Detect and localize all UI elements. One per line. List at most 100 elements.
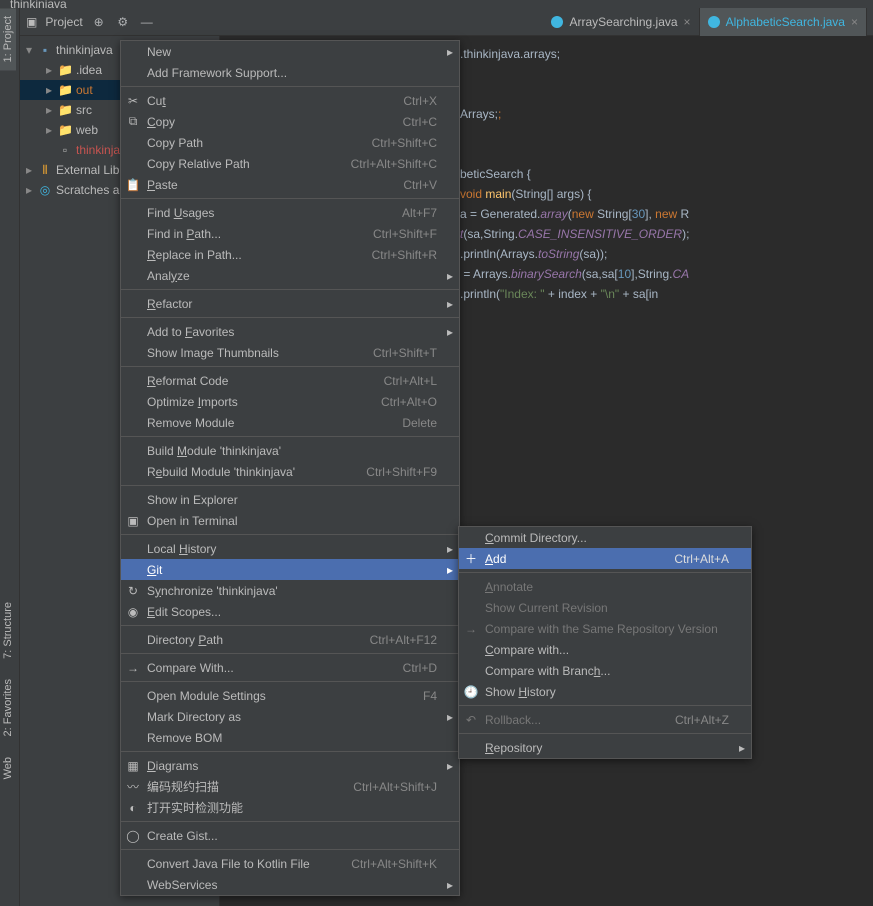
menu-item-label: 编码规约扫描 <box>147 778 341 795</box>
git-submenu-item[interactable]: Compare with Branch... <box>459 660 751 681</box>
tool-tab-project[interactable]: 1: Project <box>0 8 16 70</box>
git-submenu-item[interactable]: ＋AddCtrl+Alt+A <box>459 548 751 569</box>
menu-item-label: Add to Favorites <box>147 325 437 339</box>
context-menu-item[interactable]: Find in Path...Ctrl+Shift+F <box>121 223 459 244</box>
context-menu-item[interactable]: Build Module 'thinkinjava' <box>121 440 459 461</box>
context-menu-item[interactable]: Find UsagesAlt+F7 <box>121 202 459 223</box>
context-menu-item[interactable]: ◐打开实时检测功能 <box>121 797 459 818</box>
separator <box>121 485 459 486</box>
folder-icon: 📁 <box>58 123 72 137</box>
context-menu-item[interactable]: Remove ModuleDelete <box>121 412 459 433</box>
git-submenu-item: →Compare with the Same Repository Versio… <box>459 618 751 639</box>
menu-item-shortcut: Ctrl+Alt+L <box>384 374 437 388</box>
tree-label: out <box>76 83 93 97</box>
context-menu-item[interactable]: Local History▸ <box>121 538 459 559</box>
java-file-icon <box>551 16 563 28</box>
chevron-right-icon[interactable]: ▸ <box>24 183 34 197</box>
context-menu-item[interactable]: ◯Create Gist... <box>121 825 459 846</box>
tab-alphabetic-search[interactable]: AlphabeticSearch.java × <box>700 8 867 36</box>
chevron-right-icon: ▸ <box>447 325 453 339</box>
context-menu-item[interactable]: Show in Explorer <box>121 489 459 510</box>
context-menu-item[interactable]: ◉Edit Scopes... <box>121 601 459 622</box>
tool-tab-web[interactable]: Web <box>0 749 16 787</box>
tool-tab-favorites[interactable]: 2: Favorites <box>0 671 16 744</box>
git-submenu-item[interactable]: Repository▸ <box>459 737 751 758</box>
chevron-right-icon: ▸ <box>447 759 453 773</box>
context-menu-item[interactable]: Remove BOM <box>121 727 459 748</box>
menu-item-label: Show in Explorer <box>147 493 437 507</box>
context-menu-item[interactable]: Mark Directory as▸ <box>121 706 459 727</box>
separator <box>121 86 459 87</box>
close-icon[interactable]: × <box>684 15 691 29</box>
context-menu-item[interactable]: WebServices▸ <box>121 874 459 895</box>
menu-item-label: Analyze <box>147 269 437 283</box>
context-menu-item[interactable]: ✂CutCtrl+X <box>121 90 459 111</box>
chevron-right-icon[interactable]: ▸ <box>44 83 54 97</box>
menu-item-label: Compare with... <box>485 643 729 657</box>
tool-tab-structure[interactable]: 7: Structure <box>0 594 16 667</box>
menu-item-icon: 📋 <box>125 178 141 192</box>
menu-item-label: Convert Java File to Kotlin File <box>147 857 339 871</box>
separator <box>121 289 459 290</box>
chevron-right-icon: ▸ <box>447 45 453 59</box>
context-menu-item[interactable]: Reformat CodeCtrl+Alt+L <box>121 370 459 391</box>
separator <box>121 534 459 535</box>
context-menu-item[interactable]: Analyze▸ <box>121 265 459 286</box>
context-menu-item[interactable]: Show Image ThumbnailsCtrl+Shift+T <box>121 342 459 363</box>
context-menu-item[interactable]: Rebuild Module 'thinkinjava'Ctrl+Shift+F… <box>121 461 459 482</box>
context-menu-item[interactable]: Directory PathCtrl+Alt+F12 <box>121 629 459 650</box>
chevron-right-icon: ▸ <box>447 878 453 892</box>
menu-item-label: Synchronize 'thinkinjava' <box>147 584 437 598</box>
menu-item-icon: ↶ <box>463 713 479 727</box>
context-menu-item[interactable]: New▸ <box>121 41 459 62</box>
context-menu-item[interactable]: Optimize ImportsCtrl+Alt+O <box>121 391 459 412</box>
folder-icon: 📁 <box>58 63 72 77</box>
git-submenu-item: Show Current Revision <box>459 597 751 618</box>
context-menu-item[interactable]: Add to Favorites ▸ <box>121 321 459 342</box>
gear-icon[interactable]: ⚙ <box>115 14 131 30</box>
context-menu-item[interactable]: Copy Relative PathCtrl+Alt+Shift+C <box>121 153 459 174</box>
context-menu-item[interactable]: 〰编码规约扫描Ctrl+Alt+Shift+J <box>121 776 459 797</box>
menu-item-shortcut: Ctrl+Alt+Shift+K <box>351 857 437 871</box>
tab-array-searching[interactable]: ArraySearching.java × <box>543 8 699 36</box>
git-submenu-item[interactable]: 🕘Show History <box>459 681 751 702</box>
menu-item-label: Paste <box>147 178 391 192</box>
context-menu-item[interactable]: Convert Java File to Kotlin File Ctrl+Alt… <box>121 853 459 874</box>
menu-item-label: Directory Path <box>147 633 358 647</box>
folder-icon: ▣ <box>26 15 37 29</box>
context-menu-item[interactable]: ▣Open in Terminal <box>121 510 459 531</box>
chevron-right-icon[interactable]: ▸ <box>44 103 54 117</box>
context-menu-item[interactable]: Git▸ <box>121 559 459 580</box>
chevron-right-icon: ▸ <box>447 563 453 577</box>
context-menu-item[interactable]: Refactor▸ <box>121 293 459 314</box>
tab-label: ArraySearching.java <box>569 15 677 29</box>
context-menu-item[interactable]: ⧉CopyCtrl+C <box>121 111 459 132</box>
collapse-icon[interactable]: — <box>139 14 155 30</box>
git-submenu-item[interactable]: Compare with... <box>459 639 751 660</box>
libraries-icon: ⫴ <box>38 163 52 178</box>
close-icon[interactable]: × <box>851 15 858 29</box>
chevron-right-icon[interactable]: ▸ <box>44 63 54 77</box>
separator <box>121 849 459 850</box>
menu-item-label: Copy Path <box>147 136 360 150</box>
chevron-right-icon[interactable]: ▸ <box>44 123 54 137</box>
context-menu-item[interactable]: Open Module SettingsF4 <box>121 685 459 706</box>
target-icon[interactable]: ⊕ <box>91 14 107 30</box>
menu-item-label: Optimize Imports <box>147 395 369 409</box>
toolbar: ▣ Project ⊕ ⚙ — ArraySearching.java × Al… <box>20 8 873 36</box>
chevron-down-icon[interactable]: ▾ <box>24 43 34 57</box>
context-menu-item[interactable]: Copy PathCtrl+Shift+C <box>121 132 459 153</box>
chevron-right-icon[interactable]: ▸ <box>24 163 34 177</box>
context-menu-item[interactable]: →Compare With...Ctrl+D <box>121 657 459 678</box>
context-menu-item[interactable]: ▦Diagrams▸ <box>121 755 459 776</box>
menu-item-label: Local History <box>147 542 437 556</box>
project-dropdown[interactable]: Project <box>45 15 82 29</box>
git-submenu-item[interactable]: Commit Directory... <box>459 527 751 548</box>
menu-item-icon: ✂ <box>125 94 141 108</box>
context-menu-item[interactable]: Add Framework Support... <box>121 62 459 83</box>
context-menu-item[interactable]: Replace in Path...Ctrl+Shift+R <box>121 244 459 265</box>
context-menu-item[interactable]: 📋PasteCtrl+V <box>121 174 459 195</box>
context-menu-item[interactable]: ↻Synchronize 'thinkinjava' <box>121 580 459 601</box>
menu-item-icon: 🕘 <box>463 685 479 699</box>
git-submenu-item: ↶Rollback...Ctrl+Alt+Z <box>459 709 751 730</box>
